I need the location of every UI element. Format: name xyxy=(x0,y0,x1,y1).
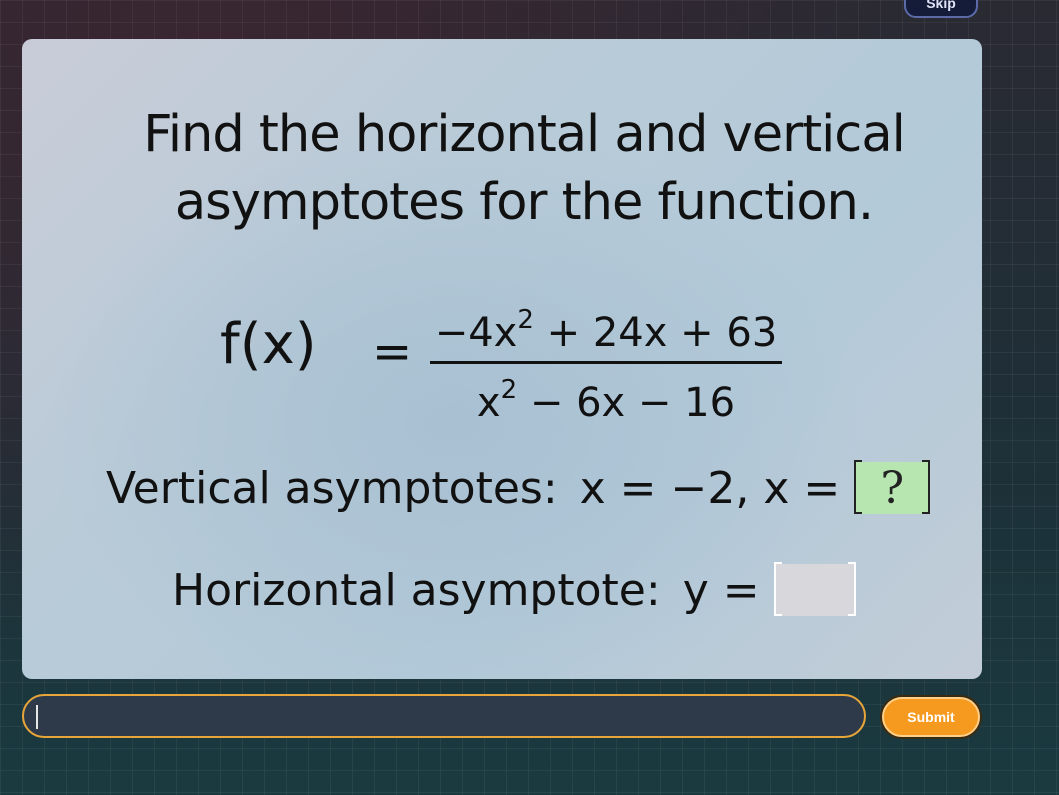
question-line-2: asymptotes for the function. xyxy=(174,173,874,232)
horizontal-expression: y = xyxy=(682,564,760,616)
function-equals: = xyxy=(372,324,413,380)
fraction-bar xyxy=(430,361,782,364)
text-caret xyxy=(36,705,38,729)
horizontal-answer-box[interactable] xyxy=(773,562,856,616)
bracket-left xyxy=(854,460,863,514)
bracket-right xyxy=(847,562,856,616)
horizontal-asymptote-row: Horizontal asymptote: y = xyxy=(172,561,856,619)
question-text: Find the horizontal and vertical asympto… xyxy=(22,101,1026,237)
denominator: x2 − 6x − 16 xyxy=(476,375,736,426)
skip-button[interactable]: Skip xyxy=(904,0,978,18)
vertical-expression: x = −2, x = xyxy=(579,462,841,514)
bracket-left xyxy=(773,562,782,616)
vertical-label: Vertical asymptotes: xyxy=(106,462,558,514)
answer-input[interactable] xyxy=(22,694,866,738)
bracket-right xyxy=(922,460,931,514)
function-lhs: f(x) xyxy=(220,312,317,377)
horizontal-label: Horizontal asymptote: xyxy=(172,564,661,616)
question-line-1: Find the horizontal and vertical xyxy=(143,105,906,164)
vertical-box-value: ? xyxy=(880,462,905,514)
function-fraction: −4x2 + 24x + 63 x2 − 6x − 16 xyxy=(430,294,782,427)
vertical-answer-box[interactable]: ? xyxy=(854,460,931,514)
submit-button[interactable]: Submit xyxy=(882,697,980,737)
question-card: Find the horizontal and vertical asympto… xyxy=(22,39,982,679)
vertical-asymptotes-row: Vertical asymptotes: x = −2, x = ? xyxy=(106,459,931,517)
numerator: −4x2 + 24x + 63 xyxy=(434,305,778,356)
